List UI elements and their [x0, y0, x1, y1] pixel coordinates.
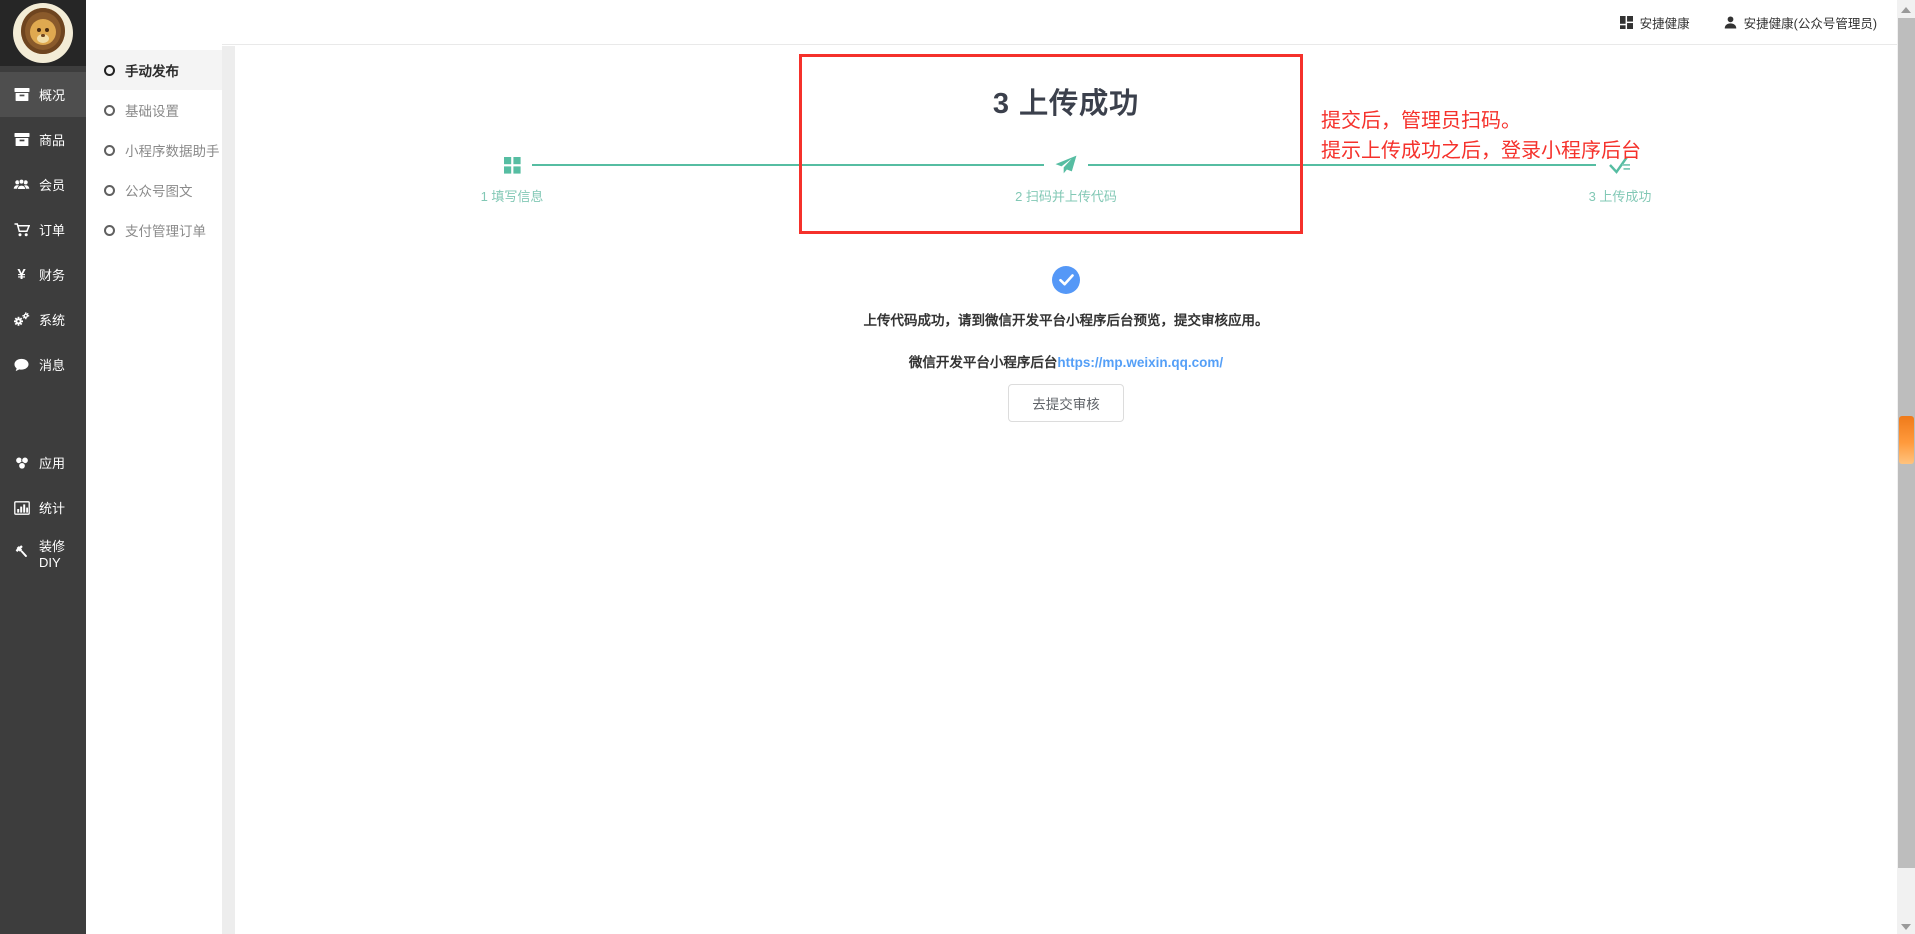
app-switcher[interactable]: 安捷健康 [1620, 13, 1690, 32]
lion-logo-avatar [13, 3, 73, 63]
grid-icon [493, 150, 532, 180]
platform-label: 微信开发平台小程序后台 [909, 355, 1058, 370]
cogs-icon [13, 312, 30, 328]
scroll-down-arrow-icon[interactable] [1901, 924, 1911, 930]
sidebar-item-members[interactable]: 会员 [0, 162, 86, 207]
radio-circle-icon [104, 65, 115, 76]
wizard-step-label: 2 扫码并上传代码 [1015, 186, 1117, 205]
submenu-item-official-account-articles[interactable]: 公众号图文 [86, 170, 222, 210]
radio-circle-icon [104, 225, 115, 236]
radio-circle-icon [104, 145, 115, 156]
users-icon [13, 177, 30, 193]
upload-success-message: 上传代码成功，请到微信开发平台小程序后台预览，提交审核应用。 [235, 309, 1897, 329]
submit-button-row: 去提交审核 [235, 384, 1897, 422]
sidebar-item-label: 装修DIY [39, 536, 86, 570]
submenu-item-payment-orders[interactable]: 支付管理订单 [86, 210, 222, 250]
primary-sidebar: 概况 商品 会员 订单 ¥ 财务 系统 [0, 0, 86, 934]
nav-spacer [0, 387, 86, 440]
cart-icon [13, 222, 30, 238]
check-list-icon [1596, 150, 1644, 180]
sidebar-item-decorate-diy[interactable]: 装修DIY [0, 530, 86, 575]
sidebar-item-label: 系统 [39, 310, 65, 329]
radio-circle-icon [104, 185, 115, 196]
platform-link[interactable]: https://mp.weixin.qq.com/ [1057, 355, 1223, 370]
hammer-icon [13, 545, 30, 561]
success-check-row [235, 266, 1897, 294]
sidebar-item-label: 消息 [39, 355, 65, 374]
sidebar-item-overview[interactable]: 概况 [0, 72, 86, 117]
sidebar-item-statistics[interactable]: 统计 [0, 485, 86, 530]
sidebar-item-label: 商品 [39, 130, 65, 149]
user-menu[interactable]: 安捷健康(公众号管理员) [1724, 13, 1877, 32]
wizard-step-title: 3 上传成功 [235, 80, 1897, 122]
wizard-step-3: 3 上传成功 [1343, 150, 1897, 212]
wizard-step-label: 1 填写信息 [481, 186, 544, 205]
archive-icon [13, 132, 30, 148]
bar-chart-icon [13, 500, 30, 516]
logo-block[interactable] [0, 0, 86, 66]
top-header: 安捷健康 安捷健康(公众号管理员) [222, 0, 1897, 45]
grid-icon [1620, 16, 1633, 29]
wizard-step-2: 2 扫码并上传代码 [789, 150, 1343, 212]
go-submit-review-button[interactable]: 去提交审核 [1008, 384, 1124, 422]
user-icon [1724, 16, 1737, 29]
main-content: 3 上传成功 1 填写信息 2 扫码并上传代码 3 上传成功 上传代码成功，请到… [235, 46, 1897, 934]
sidebar-item-label: 概况 [39, 85, 65, 104]
sidebar-item-label: 统计 [39, 498, 65, 517]
submenu-item-label: 公众号图文 [125, 180, 193, 200]
user-name: 安捷健康(公众号管理员) [1744, 13, 1877, 32]
submenu-item-label: 支付管理订单 [125, 220, 206, 240]
page-scrollbar-thumb[interactable] [1898, 18, 1915, 868]
sidebar-item-label: 应用 [39, 453, 65, 472]
radio-circle-icon [104, 105, 115, 116]
sidebar-item-messages[interactable]: 消息 [0, 342, 86, 387]
wizard-steps: 1 填写信息 2 扫码并上传代码 3 上传成功 [235, 150, 1897, 212]
secondary-sidebar: 手动发布 基础设置 小程序数据助手 公众号图文 支付管理订单 [86, 0, 222, 934]
submenu-item-manual-publish[interactable]: 手动发布 [86, 50, 222, 90]
blue-check-icon [1052, 266, 1080, 294]
wizard-step-label: 3 上传成功 [1589, 186, 1652, 205]
submenu-item-label: 小程序数据助手 [125, 140, 220, 160]
app-name: 安捷健康 [1640, 13, 1690, 32]
submenu-item-label: 手动发布 [125, 60, 179, 80]
submenu-item-basic-settings[interactable]: 基础设置 [86, 90, 222, 130]
yen-icon: ¥ [13, 267, 30, 283]
primary-nav: 概况 商品 会员 订单 ¥ 财务 系统 [0, 72, 86, 575]
sidebar-item-system[interactable]: 系统 [0, 297, 86, 342]
sidebar-item-orders[interactable]: 订单 [0, 207, 86, 252]
sidebar-item-goods[interactable]: 商品 [0, 117, 86, 162]
sidebar-item-label: 财务 [39, 265, 65, 284]
sidebar-item-label: 订单 [39, 220, 65, 239]
archive-icon [13, 87, 30, 103]
platform-link-row: 微信开发平台小程序后台https://mp.weixin.qq.com/ [235, 351, 1897, 371]
comment-icon [13, 357, 30, 373]
sidebar-item-apps[interactable]: 应用 [0, 440, 86, 485]
scroll-up-arrow-icon[interactable] [1901, 7, 1911, 13]
orange-scroll-marker [1899, 416, 1914, 464]
sidebar-item-label: 会员 [39, 175, 65, 194]
page-scrollbar-track[interactable] [1897, 0, 1915, 934]
submenu-item-label: 基础设置 [125, 100, 179, 120]
cubes-icon [13, 455, 30, 471]
submenu-scrollbar-track[interactable] [222, 46, 235, 934]
wizard-step-1: 1 填写信息 [235, 150, 789, 212]
sidebar-item-finance[interactable]: ¥ 财务 [0, 252, 86, 297]
submenu-item-miniprogram-data-helper[interactable]: 小程序数据助手 [86, 130, 222, 170]
paper-plane-icon [1044, 150, 1088, 180]
